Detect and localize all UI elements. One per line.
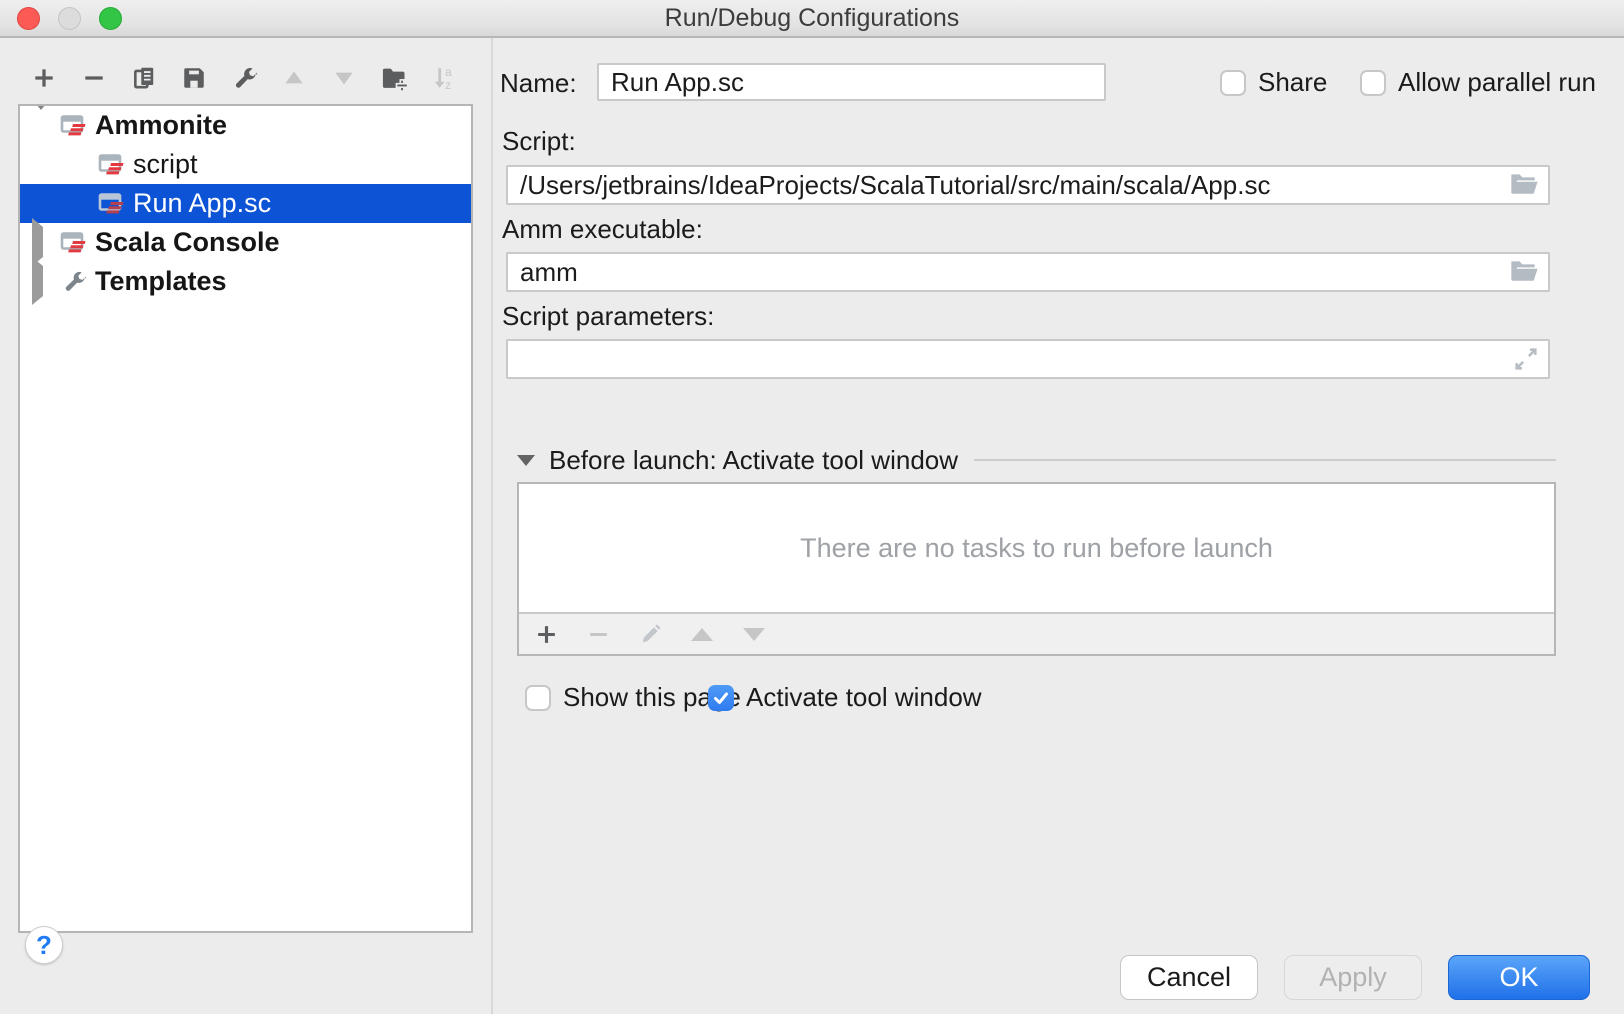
traffic-lights	[17, 7, 122, 30]
empty-tasks-message: There are no tasks to run before launch	[519, 484, 1554, 612]
move-task-down-icon	[741, 621, 767, 647]
close-window-button[interactable]	[17, 7, 40, 30]
tree-item-label: Templates	[95, 266, 227, 297]
expand-collapse-icon[interactable]	[32, 110, 49, 141]
move-down-icon	[330, 64, 358, 92]
before-launch-title: Before launch: Activate tool window	[549, 445, 958, 476]
help-button[interactable]: ?	[25, 926, 63, 964]
tree-item-script[interactable]: script	[20, 145, 471, 184]
show-this-page-checkbox[interactable]	[525, 685, 551, 711]
tree-item-run-app-sc[interactable]: Run App.sc	[20, 184, 471, 223]
tree-item-templates[interactable]: Templates	[20, 262, 471, 301]
tree-item-label: Run App.sc	[133, 188, 271, 219]
cancel-button[interactable]: Cancel	[1120, 955, 1258, 1000]
script-parameters-field	[506, 339, 1550, 379]
copy-icon[interactable]	[130, 64, 158, 92]
name-input[interactable]	[597, 63, 1106, 101]
ammonite-icon	[60, 229, 88, 257]
tree-item-scala-console[interactable]: Scala Console	[20, 223, 471, 262]
window-title: Run/Debug Configurations	[0, 0, 1624, 36]
script-field	[506, 165, 1550, 205]
fullscreen-window-button[interactable]	[99, 7, 122, 30]
svg-text:a: a	[445, 65, 452, 79]
tree-item-label: script	[133, 149, 198, 180]
amm-executable-input[interactable]	[506, 252, 1550, 292]
titlebar: Run/Debug Configurations	[0, 0, 1624, 38]
remove-icon[interactable]	[80, 64, 108, 92]
new-folder-icon[interactable]	[380, 64, 408, 92]
allow-parallel-run-option: Allow parallel run	[1360, 67, 1596, 98]
configurations-tree: Ammonite script Run App.sc	[18, 104, 473, 933]
minimize-window-button	[58, 7, 81, 30]
share-checkbox[interactable]	[1220, 70, 1246, 96]
ammonite-icon	[98, 190, 126, 218]
tree-item-ammonite[interactable]: Ammonite	[20, 106, 471, 145]
section-divider	[974, 459, 1556, 461]
move-up-icon	[280, 64, 308, 92]
ammonite-icon	[60, 112, 88, 140]
ammonite-icon	[98, 151, 126, 179]
amm-executable-label: Amm executable:	[502, 214, 703, 245]
apply-button: Apply	[1284, 955, 1422, 1000]
move-task-up-icon	[689, 621, 715, 647]
wrench-icon[interactable]	[230, 64, 258, 92]
collapse-section-icon[interactable]	[517, 455, 535, 466]
save-icon[interactable]	[180, 64, 208, 92]
script-parameters-input[interactable]	[506, 339, 1550, 379]
before-launch-header[interactable]: Before launch: Activate tool window	[517, 447, 1556, 473]
activate-tool-window-label: Activate tool window	[746, 682, 982, 713]
wrench-icon	[60, 268, 88, 296]
tree-item-label: Ammonite	[95, 110, 227, 141]
browse-folder-icon[interactable]	[1508, 171, 1540, 199]
remove-task-icon	[585, 621, 611, 647]
expand-collapse-icon[interactable]	[32, 227, 49, 258]
tree-item-label: Scala Console	[95, 227, 280, 258]
panel-splitter[interactable]	[491, 38, 493, 1014]
script-label: Script:	[502, 126, 576, 157]
sort-az-icon: a z	[430, 64, 458, 92]
add-task-icon[interactable]	[533, 621, 559, 647]
add-icon[interactable]	[30, 64, 58, 92]
ok-button[interactable]: OK	[1448, 955, 1590, 1000]
allow-parallel-run-label: Allow parallel run	[1398, 67, 1596, 98]
script-parameters-label: Script parameters:	[502, 301, 714, 332]
svg-text:z: z	[445, 78, 451, 91]
name-label: Name:	[500, 68, 577, 99]
activate-tool-window-option: Activate tool window	[708, 682, 982, 713]
amm-executable-field	[506, 252, 1550, 292]
before-launch-tasks-box: There are no tasks to run before launch	[517, 482, 1556, 656]
run-debug-configurations-dialog: Run/Debug Configurations	[0, 0, 1624, 1014]
dialog-buttons: Cancel Apply OK	[1120, 955, 1590, 1000]
question-mark-icon: ?	[36, 930, 52, 960]
check-icon	[712, 689, 730, 707]
edit-task-icon	[637, 621, 663, 647]
browse-folder-icon[interactable]	[1508, 258, 1540, 286]
allow-parallel-run-checkbox[interactable]	[1360, 70, 1386, 96]
tasks-toolbar	[519, 612, 1554, 654]
share-option: Share	[1220, 67, 1327, 98]
activate-tool-window-checkbox[interactable]	[708, 685, 734, 711]
expand-field-icon[interactable]	[1512, 345, 1540, 373]
script-input[interactable]	[506, 165, 1550, 205]
configurations-toolbar: a z	[30, 64, 458, 92]
share-label: Share	[1258, 67, 1327, 98]
expand-collapse-icon[interactable]	[32, 266, 49, 297]
